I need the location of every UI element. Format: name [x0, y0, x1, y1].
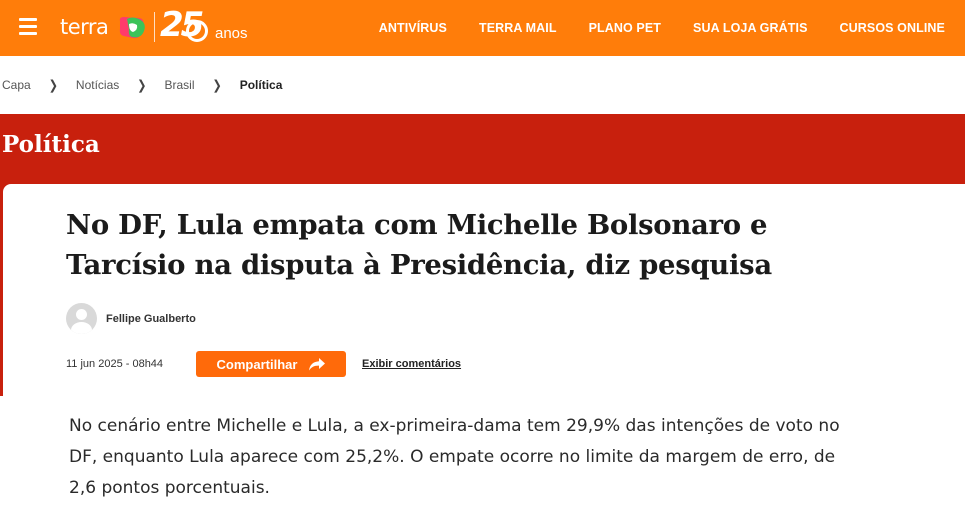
show-comments-link[interactable]: Exibir comentários [362, 358, 461, 370]
article-meta: 11 jun 2025 - 08h44 Compartilhar Exibir … [66, 351, 461, 377]
avatar-placeholder-icon [66, 303, 97, 334]
logo-wordmark: terra [60, 15, 109, 39]
share-button-label: Compartilhar [216, 356, 298, 372]
breadcrumb-politica: Política [239, 78, 283, 92]
breadcrumb: Capa ❯ Notícias ❯ Brasil ❯ Política [2, 78, 283, 93]
author-block: Fellipe Gualberto [66, 303, 196, 334]
nav-link-antivirus[interactable]: ANTIVÍRUS [379, 21, 447, 35]
logo-divider [154, 12, 155, 42]
hamburger-menu-icon[interactable] [19, 18, 37, 36]
anniversary-ring-icon [186, 20, 208, 42]
publish-date: 11 jun 2025 - 08h44 [66, 358, 164, 370]
article-body-paragraph: No cenário entre Michelle e Lula, a ex-p… [69, 416, 840, 498]
top-header: terra 25 anos ANTIVÍRUS TERRA MAIL PLANO… [0, 0, 965, 56]
breadcrumb-noticias[interactable]: Notícias [76, 78, 119, 92]
nav-link-plano-pet[interactable]: PLANO PET [589, 21, 661, 35]
breadcrumb-brasil[interactable]: Brasil [164, 78, 194, 92]
nav-link-terra-mail[interactable]: TERRA MAIL [479, 21, 557, 35]
author-name[interactable]: Fellipe Gualberto [106, 313, 196, 325]
breadcrumb-capa[interactable]: Capa [2, 78, 31, 92]
share-arrow-icon [309, 357, 326, 370]
section-title[interactable]: Política [2, 131, 100, 158]
article-headline: No DF, Lula empata com Michelle Bolsonar… [66, 209, 772, 281]
top-nav: ANTIVÍRUS TERRA MAIL PLANO PET SUA LOJA … [379, 0, 945, 56]
chevron-right-icon: ❯ [137, 78, 147, 93]
anniversary-word: anos [215, 25, 248, 42]
chevron-right-icon: ❯ [212, 78, 222, 93]
chevron-right-icon: ❯ [48, 78, 58, 93]
terra-blob-icon [119, 17, 145, 39]
nav-link-loja-gratis[interactable]: SUA LOJA GRÁTIS [693, 21, 807, 35]
share-button[interactable]: Compartilhar [196, 351, 346, 377]
nav-link-cursos-online[interactable]: CURSOS ONLINE [840, 21, 945, 35]
